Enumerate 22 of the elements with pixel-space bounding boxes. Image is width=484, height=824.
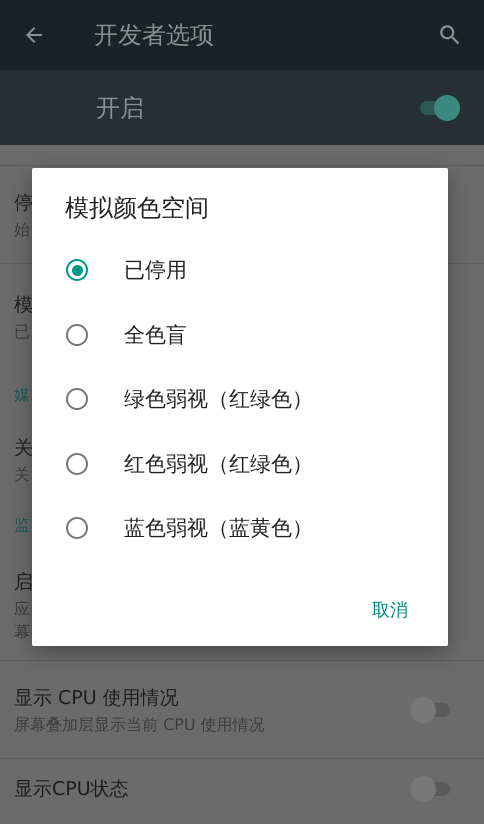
radio-button[interactable] <box>66 324 88 346</box>
dialog-title: 模拟颜色空间 <box>64 193 210 224</box>
option-label[interactable]: 绿色弱视（红绿色） <box>124 385 313 414</box>
section-header: 监 <box>14 514 30 536</box>
setting-title: 显示 CPU 使用情况 <box>14 686 179 711</box>
setting-title: 显示CPU状态 <box>14 776 129 802</box>
radio-button[interactable] <box>66 388 88 410</box>
setting-title: 模 <box>14 293 33 318</box>
radio-button[interactable] <box>66 259 88 282</box>
master-switch-label: 开启 <box>96 92 145 124</box>
cancel-button[interactable]: 取消 <box>360 590 420 630</box>
section-header: 媒 <box>14 384 30 406</box>
setting-title: 停 <box>14 190 33 216</box>
option-label[interactable]: 全色盲 <box>124 320 187 349</box>
option-label[interactable]: 已停用 <box>124 256 187 284</box>
radio-button[interactable] <box>66 517 88 540</box>
setting-title: 启 <box>14 570 33 595</box>
radio-button[interactable] <box>66 452 88 475</box>
option-label[interactable]: 蓝色弱视（蓝黄色） <box>124 514 313 542</box>
option-label[interactable]: 红色弱视（红绿色） <box>124 450 313 478</box>
setting-title: 关 <box>14 436 33 462</box>
toolbar-title: 开发者选项 <box>94 20 215 51</box>
